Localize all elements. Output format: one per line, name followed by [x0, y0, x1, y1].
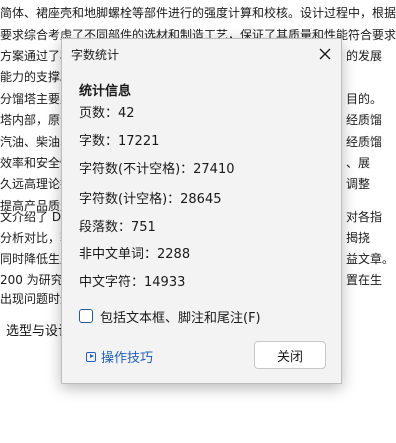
stat-chinese-chars: 中文字符：14933	[79, 275, 186, 290]
tips-link-label: 操作技巧	[101, 351, 154, 366]
include-textbox-footnotes-checkbox-row[interactable]: 包括文本框、脚注和尾注(F)	[79, 307, 261, 326]
close-icon[interactable]	[313, 42, 337, 66]
document-fragment: 调整	[346, 177, 371, 191]
document-fragment: 经质馏	[346, 113, 383, 127]
word-count-dialog: 字数统计 统计信息 页数：42 字数：17221 字符数(不计空格)：27410…	[61, 38, 342, 384]
dialog-titlebar[interactable]: 字数统计	[62, 39, 341, 69]
play-icon	[86, 351, 96, 362]
stat-paragraphs: 段落数：751	[79, 220, 156, 235]
document-fragment: 目的。	[346, 92, 383, 106]
dialog-title: 字数统计	[71, 48, 120, 62]
document-fragment: 、展	[346, 156, 371, 170]
include-textbox-footnotes-checkbox[interactable]	[79, 309, 93, 323]
document-line: 简体、裙座壳和地脚螺栓等部件进行的强度计算和校核。设计过程中，根据石	[0, 6, 396, 20]
checkbox-label: 包括文本框、脚注和尾注(F)	[100, 310, 261, 326]
document-fragment: 对各指	[346, 210, 383, 224]
stat-words: 字数：17221	[79, 134, 160, 149]
stat-chars-with-spaces: 字符数(计空格)：28645	[79, 192, 222, 207]
close-button[interactable]: 关闭	[254, 341, 326, 369]
tips-link[interactable]: 操作技巧	[86, 347, 153, 366]
stat-non-chinese-words: 非中文单词：2288	[79, 247, 191, 262]
document-fragment: 的发展	[346, 49, 383, 63]
section-title: 统计信息	[79, 84, 132, 99]
document-fragment: 益文章。	[346, 252, 395, 266]
stat-chars-no-spaces: 字符数(不计空格)：27410	[79, 162, 235, 177]
document-fragment: 揭挠	[346, 231, 371, 245]
stat-pages: 页数：42	[79, 106, 135, 121]
document-fragment: 置在生	[346, 273, 383, 287]
document-fragment: 经质馏	[346, 135, 383, 149]
